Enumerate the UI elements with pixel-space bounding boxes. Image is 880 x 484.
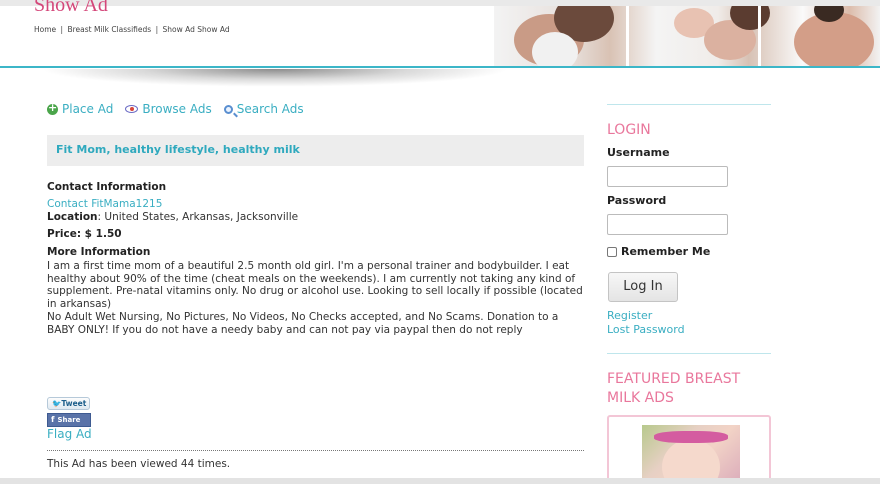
place-ad-label: Place Ad	[62, 102, 114, 116]
eye-icon	[125, 105, 139, 113]
login-heading: LOGIN	[607, 122, 651, 138]
page-title: Show Ad	[34, 0, 108, 16]
ad-description: I am a first time mom of a beautiful 2.5…	[47, 259, 583, 311]
location-row: Location: United States, Arkansas, Jacks…	[47, 211, 587, 224]
sidebar-divider	[607, 353, 771, 354]
share-label: Share	[57, 416, 81, 424]
price-row: Price: $ 1.50	[47, 228, 587, 241]
browse-ads-link[interactable]: Browse Ads	[125, 102, 212, 116]
ad-title: Fit Mom, healthy lifestyle, healthy milk	[56, 143, 300, 156]
breadcrumb-home[interactable]: Home	[34, 25, 56, 34]
flag-ad-link[interactable]: Flag Ad	[47, 427, 92, 441]
featured-ad-card[interactable]	[607, 415, 771, 484]
ad-rules: No Adult Wet Nursing, No Pictures, No Vi…	[47, 311, 559, 337]
facebook-icon: f	[51, 415, 55, 424]
breadcrumb: Home | Breast Milk Classifieds | Show Ad…	[34, 25, 232, 34]
search-icon	[223, 104, 233, 114]
remember-me[interactable]: Remember Me	[607, 245, 710, 258]
featured-heading-line-2: MILK ADS	[607, 390, 674, 406]
lost-password-link[interactable]: Lost Password	[607, 323, 685, 336]
featured-heading-line-1: FEATURED BREAST	[607, 371, 741, 387]
more-info-heading: More Information	[47, 245, 151, 258]
view-count: This Ad has been viewed 44 times.	[47, 458, 231, 470]
breadcrumb-current: Show Ad Show Ad	[162, 25, 230, 34]
bottom-scroll-bar	[0, 478, 880, 484]
sidebar-divider	[607, 104, 771, 105]
breadcrumb-separator: |	[155, 25, 159, 34]
register-link[interactable]: Register	[607, 309, 652, 322]
search-ads-label: Search Ads	[236, 102, 304, 116]
headband-shape	[654, 431, 728, 443]
site-header: Show Ad Home | Breast Milk Classifieds |…	[0, 0, 880, 68]
login-button[interactable]: Log In	[608, 272, 678, 302]
tweet-button[interactable]: 🐦Tweet	[47, 397, 90, 410]
twitter-bird-icon: 🐦	[52, 399, 62, 408]
contact-heading: Contact Information	[47, 181, 167, 193]
ad-title-box: Fit Mom, healthy lifestyle, healthy milk	[47, 135, 584, 166]
facebook-share-button[interactable]: f Share	[47, 413, 91, 427]
header-hero-image	[494, 6, 880, 66]
featured-ad-image[interactable]	[642, 425, 740, 484]
username-label: Username	[607, 146, 670, 159]
username-field[interactable]	[607, 166, 728, 187]
location-value: : United States, Arkansas, Jacksonville	[97, 211, 299, 224]
remember-me-label: Remember Me	[621, 245, 711, 258]
tweet-label: Tweet	[61, 399, 87, 408]
price-label: Price	[47, 228, 77, 241]
contact-link[interactable]: Contact FitMama1215	[47, 198, 587, 211]
ad-actions: Place Ad Browse Ads Search Ads	[47, 101, 304, 116]
price-value: : $ 1.50	[76, 228, 122, 241]
place-ad-link[interactable]: Place Ad	[47, 101, 114, 116]
password-label: Password	[607, 194, 667, 207]
breadcrumb-separator: |	[60, 25, 64, 34]
ad-details: Contact Information Contact FitMama1215 …	[47, 181, 587, 337]
decorative-shadow	[40, 69, 510, 87]
divider	[47, 450, 584, 451]
breadcrumb-classifieds[interactable]: Breast Milk Classifieds	[67, 25, 151, 34]
password-field[interactable]	[607, 214, 728, 235]
browse-ads-label: Browse Ads	[142, 102, 212, 116]
plus-circle-icon	[47, 101, 58, 115]
search-ads-link[interactable]: Search Ads	[223, 102, 304, 116]
remember-me-checkbox[interactable]	[607, 246, 617, 257]
location-label: Location	[47, 211, 98, 224]
